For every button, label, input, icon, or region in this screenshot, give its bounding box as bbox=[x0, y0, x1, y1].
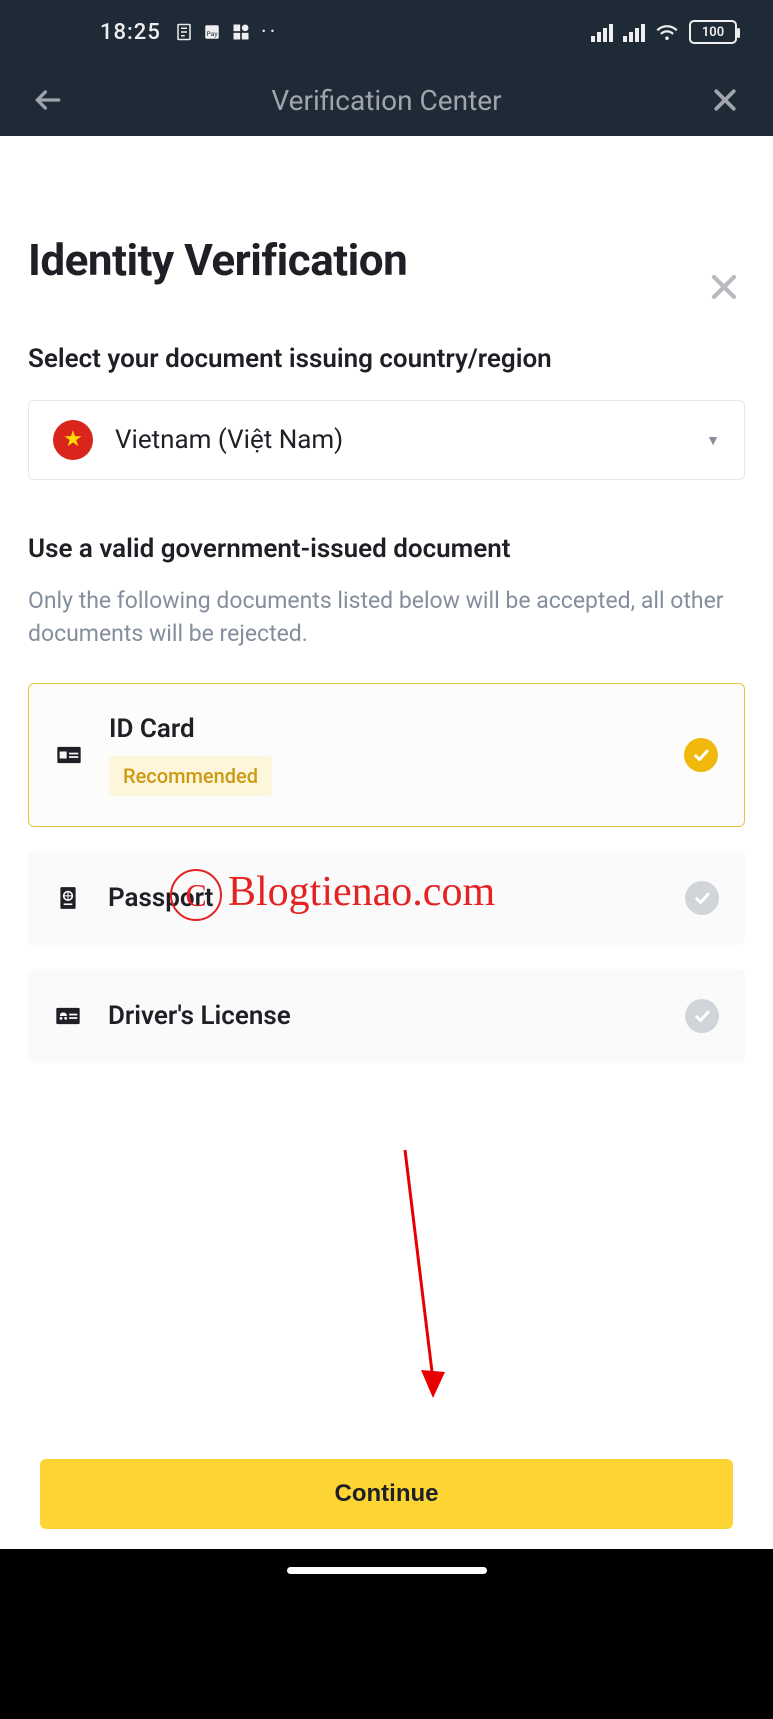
page-title: Identity Verification bbox=[28, 234, 745, 286]
signal-icon-2 bbox=[623, 22, 645, 42]
signal-icon bbox=[591, 22, 613, 42]
receipt-icon bbox=[175, 23, 193, 41]
country-section-label: Select your document issuing country/reg… bbox=[28, 344, 745, 374]
svg-text:Pay: Pay bbox=[206, 30, 218, 38]
status-notification-icons: Pay ·· bbox=[175, 20, 279, 45]
document-option-title: ID Card bbox=[109, 714, 658, 744]
document-option-passport[interactable]: Passport bbox=[28, 851, 745, 945]
annotation-arrow-icon bbox=[395, 1150, 455, 1410]
recommended-badge: Recommended bbox=[109, 756, 272, 796]
android-nav-bar bbox=[0, 1549, 773, 1719]
home-indicator[interactable] bbox=[287, 1567, 487, 1574]
header-title: Verification Center bbox=[68, 84, 705, 117]
grid-icon bbox=[231, 22, 251, 42]
flag-vietnam-icon: ★ bbox=[53, 420, 93, 460]
document-option-title: Passport bbox=[108, 883, 659, 913]
header-close-button[interactable] bbox=[705, 80, 745, 120]
drivers-license-icon bbox=[54, 1002, 82, 1030]
content: Identity Verification Select your docume… bbox=[0, 234, 773, 1063]
check-unselected-icon bbox=[685, 999, 719, 1033]
document-option-title: Driver's License bbox=[108, 1001, 659, 1031]
status-left: 18:25 Pay ·· bbox=[100, 20, 278, 45]
battery-icon: 100 bbox=[689, 20, 737, 44]
arrow-left-icon bbox=[32, 84, 64, 116]
pay-icon: Pay bbox=[203, 23, 221, 41]
country-select[interactable]: ★ Vietnam (Việt Nam) ▼ bbox=[28, 400, 745, 480]
document-option-drivers-license[interactable]: Driver's License bbox=[28, 969, 745, 1063]
check-selected-icon bbox=[684, 738, 718, 772]
modal-close-button[interactable] bbox=[707, 270, 741, 311]
status-right: 100 bbox=[591, 20, 737, 44]
close-icon bbox=[710, 85, 740, 115]
passport-icon bbox=[54, 884, 82, 912]
id-card-icon bbox=[55, 741, 83, 769]
android-status-bar: 18:25 Pay ·· 100 bbox=[0, 0, 773, 64]
wifi-icon bbox=[655, 20, 679, 44]
continue-button[interactable]: Continue bbox=[40, 1459, 733, 1529]
document-option-id-card[interactable]: ID Card Recommended bbox=[28, 683, 745, 827]
battery-level: 100 bbox=[702, 25, 724, 40]
back-button[interactable] bbox=[28, 80, 68, 120]
document-heading: Use a valid government-issued document bbox=[28, 534, 745, 564]
status-time: 18:25 bbox=[100, 20, 161, 45]
close-icon bbox=[707, 270, 741, 304]
more-icon: ·· bbox=[261, 20, 279, 45]
document-subtext: Only the following documents listed belo… bbox=[28, 584, 745, 651]
app-header: Verification Center bbox=[0, 64, 773, 136]
country-name: Vietnam (Việt Nam) bbox=[115, 425, 343, 455]
chevron-down-icon: ▼ bbox=[706, 432, 720, 449]
check-unselected-icon bbox=[685, 881, 719, 915]
